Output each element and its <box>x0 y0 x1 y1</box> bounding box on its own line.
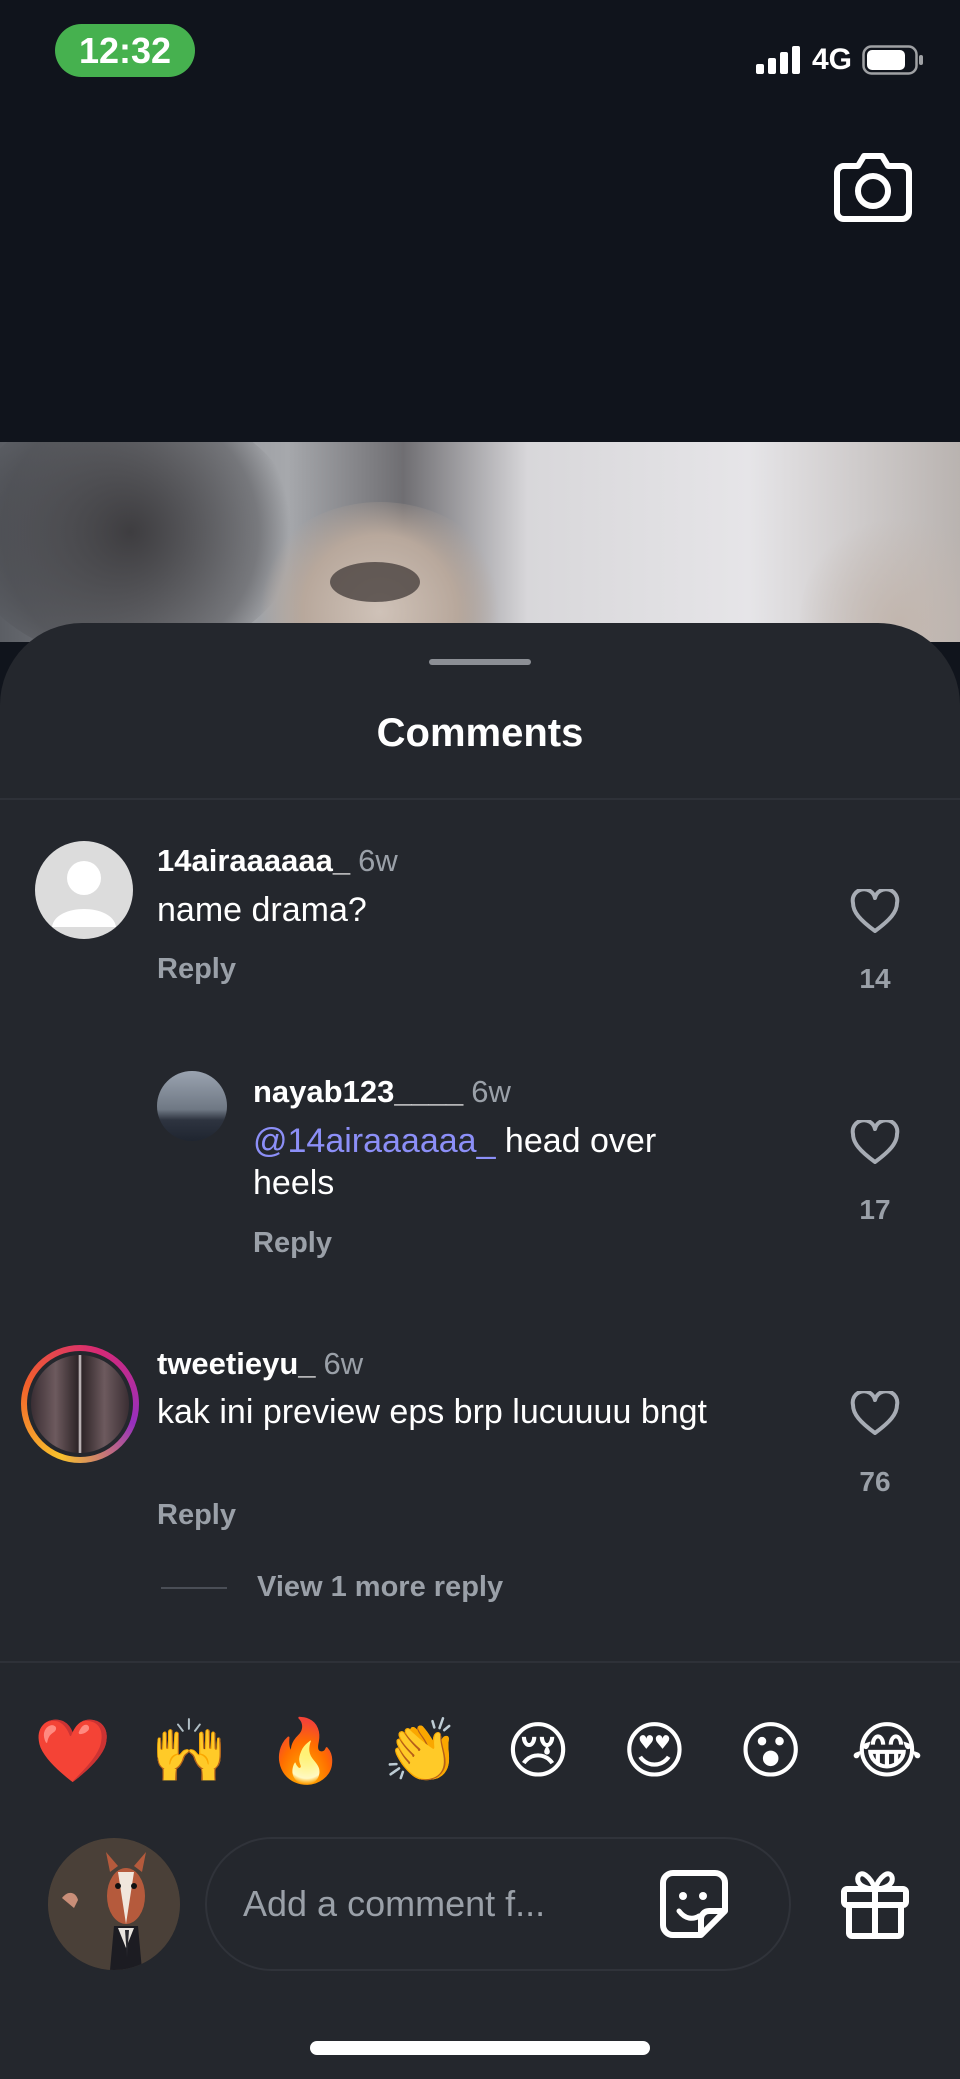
gift-icon <box>841 1871 909 1939</box>
reply-button[interactable]: Reply <box>157 953 236 986</box>
avatar[interactable] <box>157 1071 227 1141</box>
heart-icon <box>850 1389 900 1435</box>
like-count: 14 <box>859 963 891 994</box>
comment-username[interactable]: 14airaaaaaa_ 6w <box>157 843 398 879</box>
divider <box>0 798 960 800</box>
comment-time: 6w <box>471 1074 511 1109</box>
sheet-title: Comments <box>376 711 584 755</box>
mention-link[interactable]: @14airaaaaaa_ <box>253 1122 495 1160</box>
view-more-label[interactable]: View 1 more reply <box>257 1571 503 1604</box>
status-time: 12:32 <box>55 24 195 77</box>
reaction-heart[interactable]: ❤️ <box>30 1711 116 1791</box>
gift-button[interactable] <box>840 1867 910 1939</box>
battery-icon <box>862 45 923 75</box>
username-text[interactable]: tweetieyu_ <box>157 1346 316 1381</box>
avatar[interactable] <box>35 841 133 939</box>
sticker-icon <box>660 1870 728 1938</box>
thread-line <box>161 1586 227 1589</box>
username-text[interactable]: nayab123____ <box>253 1074 463 1109</box>
reaction-clap[interactable]: 👏 <box>379 1711 465 1791</box>
reaction-heart-eyes[interactable]: 😍 <box>611 1711 697 1791</box>
camera-button[interactable] <box>834 148 912 224</box>
default-avatar-icon <box>52 861 116 927</box>
avatar[interactable] <box>21 1345 139 1463</box>
like-button[interactable] <box>850 887 900 935</box>
reaction-laughing[interactable]: 😂 <box>844 1711 930 1791</box>
comment-username[interactable]: tweetieyu_ 6w <box>157 1346 363 1382</box>
heart-icon <box>850 1118 900 1164</box>
like-button[interactable] <box>850 1389 900 1437</box>
drag-handle[interactable] <box>429 659 531 665</box>
reaction-crying[interactable]: 😢 <box>495 1711 581 1791</box>
video-frame <box>0 442 960 642</box>
reaction-raised-hands[interactable]: 🙌 <box>146 1711 232 1791</box>
like-button[interactable] <box>850 1118 900 1166</box>
reply-button[interactable]: Reply <box>157 1499 236 1532</box>
reaction-fire[interactable]: 🔥 <box>263 1711 349 1791</box>
username-text[interactable]: 14airaaaaaa_ <box>157 843 350 878</box>
comment-box <box>205 1837 791 1971</box>
comment-time: 6w <box>358 843 398 878</box>
comments-sheet: Comments 14airaaaaaa_ 6w name drama? Repl… <box>0 623 960 2079</box>
comment-input[interactable] <box>243 1839 643 1969</box>
reaction-surprised[interactable]: 😮 <box>728 1711 814 1791</box>
like-count: 17 <box>859 1194 891 1225</box>
reply-button[interactable]: Reply <box>253 1227 332 1260</box>
sticker-button[interactable] <box>659 1869 729 1939</box>
heart-icon <box>850 887 900 933</box>
view-more-replies[interactable]: View 1 more reply <box>161 1571 503 1604</box>
comment-time: 6w <box>323 1346 364 1381</box>
network-label: 4G <box>811 43 852 76</box>
profile-picture-icon <box>48 1838 180 1970</box>
reaction-bar: ❤️ 🙌 🔥 👏 😢 😍 😮 😂 <box>30 1711 930 1791</box>
my-avatar[interactable] <box>48 1838 180 1970</box>
comment-text: kak ini preview eps brp lucuuuu bngt <box>157 1393 707 1431</box>
comment-text: @14airaaaaaa_ head over heels <box>253 1120 743 1204</box>
home-indicator[interactable] <box>310 2041 650 2055</box>
like-count: 76 <box>859 1466 891 1497</box>
signal-icon <box>755 46 800 74</box>
comment-username[interactable]: nayab123____ 6w <box>253 1074 511 1110</box>
status-icons: 4G <box>755 40 924 80</box>
comment-text: name drama? <box>157 891 367 929</box>
divider <box>0 1661 960 1663</box>
camera-icon <box>834 153 912 222</box>
